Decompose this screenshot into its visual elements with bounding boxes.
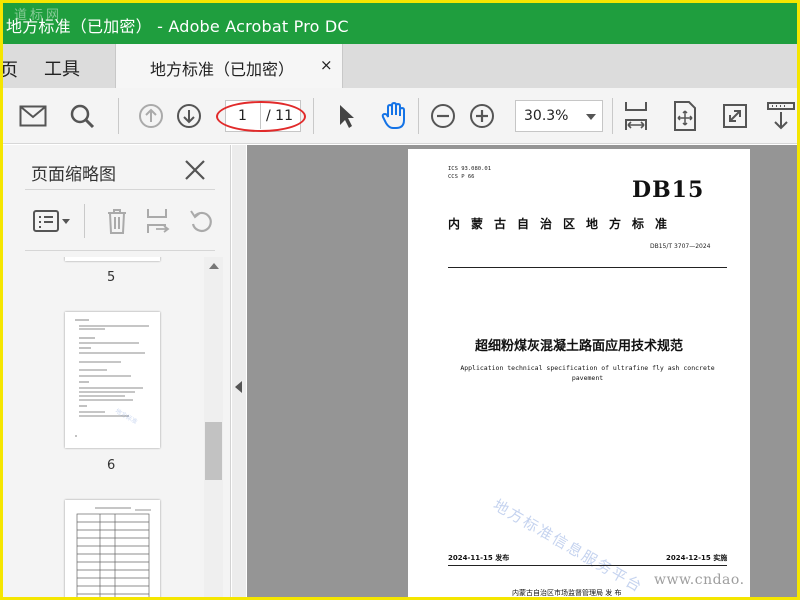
select-cursor-icon[interactable] — [330, 100, 362, 132]
page-watermark: 地方标准信息服务平台 — [490, 495, 647, 597]
publish-date: 2024-11-15 发布 — [448, 554, 510, 562]
rotate-fit-icon[interactable] — [669, 100, 701, 132]
thumbnail-page-5[interactable] — [65, 257, 160, 261]
tab-document[interactable]: 地方标准（已加密） × — [115, 44, 343, 88]
panel-separator — [84, 204, 85, 238]
document-viewer[interactable]: ICS 93.080.01 CCS P 66 DB15 内蒙古自治区地方标准 D… — [247, 145, 800, 600]
tab-bar: 页 工具 地方标准（已加密） × — [0, 44, 800, 88]
zoom-select[interactable]: 30.3% — [515, 100, 603, 132]
thumbnail-scrollbar[interactable] — [204, 257, 223, 600]
panel-title: 页面缩略图 — [31, 165, 116, 185]
zoom-in-icon[interactable] — [466, 100, 498, 132]
chevron-down-icon[interactable] — [586, 114, 596, 120]
arrow-up-icon[interactable] — [135, 100, 167, 132]
title-bar: 道标网 地方标准（已加密） - Adobe Acrobat Pro DC — [0, 0, 800, 44]
thumbnail-page-7[interactable] — [65, 500, 160, 600]
mail-icon[interactable] — [17, 100, 49, 132]
panel-collapse-handle[interactable] — [232, 145, 246, 600]
extract-page-icon[interactable] — [142, 206, 172, 236]
toolbar-separator — [118, 98, 119, 134]
fullscreen-icon[interactable] — [719, 100, 751, 132]
scroll-up-icon[interactable] — [209, 263, 219, 269]
document-title-en: Application technical specification of u… — [460, 364, 715, 382]
panel-divider — [25, 250, 215, 251]
panel-toolbar — [0, 200, 231, 244]
header-rule — [448, 267, 727, 268]
rotate-icon[interactable] — [186, 206, 216, 236]
toolbar-separator — [313, 98, 314, 134]
document-title-cn: 超细粉煤灰混凝土路面应用技术规范 — [474, 339, 683, 354]
toolbar — [0, 88, 800, 144]
thumbnail-label: 6 — [107, 458, 116, 473]
panel-divider — [25, 189, 215, 190]
window-title: 地方标准（已加密） - Adobe Acrobat Pro DC — [6, 17, 349, 36]
footer-rule — [448, 565, 727, 566]
chevron-left-icon[interactable] — [235, 381, 242, 393]
issuer: 内蒙古自治区市场监督管理局 发 布 — [512, 589, 622, 597]
zoom-out-icon[interactable] — [427, 100, 459, 132]
toolbar-separator — [418, 98, 419, 134]
tab-tools[interactable]: 工具 — [44, 55, 80, 81]
toolbar-separator — [612, 98, 613, 134]
scrollbar-thumb[interactable] — [205, 422, 222, 480]
search-icon[interactable] — [66, 100, 98, 132]
fit-page-icon[interactable] — [620, 100, 652, 132]
zoom-value: 30.3% — [524, 108, 569, 124]
site-watermark: www.cndao. — [654, 572, 745, 588]
hand-icon[interactable] — [378, 100, 410, 132]
implement-date: 2024-12-15 实施 — [666, 554, 728, 562]
scroll-mode-icon[interactable] — [764, 100, 796, 132]
db-mark: DB15 — [632, 177, 705, 203]
thumbnail-panel: 页面缩略图 5 地方标准 6 — [0, 145, 231, 600]
pdf-page: ICS 93.080.01 CCS P 66 DB15 内蒙古自治区地方标准 D… — [408, 149, 750, 600]
tab-home[interactable]: 页 — [0, 56, 18, 82]
thumbnail-page-6[interactable]: 地方标准 — [65, 312, 160, 448]
tab-document-label: 地方标准（已加密） — [150, 60, 295, 79]
standard-region: 内蒙古自治区地方标准 — [448, 217, 679, 231]
annotation-highlight-oval — [216, 101, 306, 132]
thumbnail-label: 5 — [107, 270, 116, 285]
tab-close-icon[interactable]: × — [320, 56, 333, 74]
standard-code: DB15/T 3707—2024 — [650, 243, 711, 250]
close-icon[interactable] — [182, 157, 208, 183]
trash-icon[interactable] — [102, 206, 132, 236]
thumbnail-options-icon[interactable] — [32, 206, 72, 236]
thumbnail-list: 5 地方标准 6 — [0, 257, 203, 600]
arrow-down-icon[interactable] — [173, 100, 205, 132]
ics-code: ICS 93.080.01 CCS P 66 — [448, 166, 492, 180]
